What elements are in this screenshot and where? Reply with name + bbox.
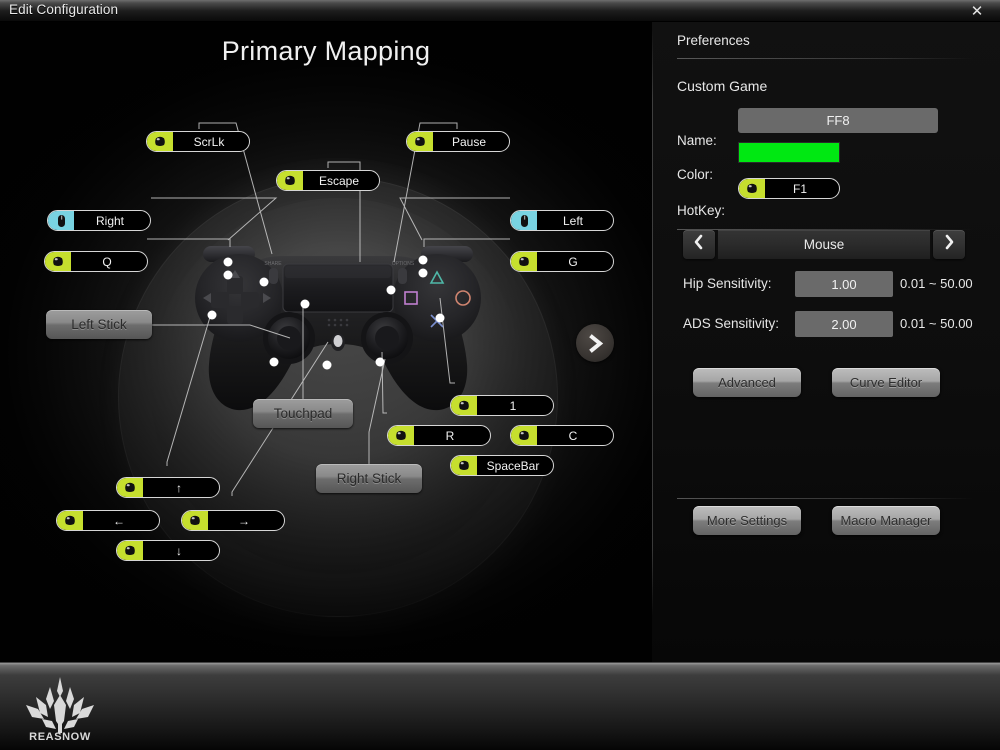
color-swatch[interactable] <box>738 142 840 163</box>
svg-text:OPTIONS: OPTIONS <box>392 261 415 267</box>
key-badge-escape[interactable]: Escape <box>276 170 380 191</box>
chevron-left-icon <box>692 234 706 255</box>
key-badge-label: Right <box>95 213 124 228</box>
svg-text:SHARE: SHARE <box>264 261 282 267</box>
edit-configuration-window: Edit Configuration ✕ Primary Mapping SHA… <box>0 0 1000 750</box>
custom-game-label: Custom Game <box>677 78 768 94</box>
key-badge-label: ScrLk <box>193 134 225 149</box>
key-badge-spacebar[interactable]: SpaceBar <box>450 455 554 476</box>
hip-sensitivity-label: Hip Sensitivity: <box>683 276 772 291</box>
keycap-icon <box>182 511 208 530</box>
divider-bottom <box>677 498 973 499</box>
key-badge-label: R <box>445 428 455 443</box>
key-badge-arrow-up[interactable]: ↑ <box>116 477 220 498</box>
macro-manager-button[interactable]: Macro Manager <box>832 506 940 535</box>
key-badge-label: Q <box>102 254 112 269</box>
close-icon[interactable]: ✕ <box>962 0 992 22</box>
key-badge-pause[interactable]: Pause <box>406 131 510 152</box>
preferences-title: Preferences <box>677 33 750 48</box>
key-badge-label: ↑ <box>176 480 182 495</box>
keycap-icon <box>57 511 83 530</box>
key-badge-r[interactable]: R <box>387 425 491 446</box>
key-badge-mouse-right[interactable]: Right <box>47 210 151 231</box>
ads-sensitivity-input[interactable] <box>795 311 893 337</box>
footer-bar: REASNOW ? <box>0 662 1000 750</box>
keycap-icon <box>511 426 537 445</box>
key-badge-label: SpaceBar <box>486 458 540 473</box>
keycap-icon <box>739 179 765 198</box>
keycap-icon <box>451 456 477 475</box>
key-badge-q[interactable]: Q <box>44 251 148 272</box>
panel-divider <box>652 30 653 616</box>
keycap-icon <box>388 426 414 445</box>
window-title: Edit Configuration <box>9 2 119 17</box>
next-page-button[interactable] <box>576 324 614 362</box>
color-label: Color: <box>677 167 714 182</box>
key-badge-arrow-left[interactable]: ← <box>56 510 160 531</box>
ads-sensitivity-range: 0.01 ~ 50.00 <box>900 316 973 331</box>
key-badge-label: Escape <box>318 173 360 188</box>
keycap-icon <box>277 171 303 190</box>
keycap-icon <box>117 478 143 497</box>
keycap-icon <box>511 252 537 271</box>
keycap-icon <box>451 396 477 415</box>
device-prev-button[interactable] <box>683 230 715 259</box>
preferences-panel: Preferences Custom Game Name: Color: Hot… <box>652 22 1000 662</box>
chevron-right-icon <box>942 234 956 255</box>
divider-top <box>677 58 973 59</box>
keycap-icon <box>407 132 433 151</box>
window-titlebar: Edit Configuration ✕ <box>0 0 1000 22</box>
key-badge-label: G <box>568 254 578 269</box>
key-badge-label: Pause <box>451 134 487 149</box>
ads-sensitivity-label: ADS Sensitivity: <box>683 316 780 331</box>
key-badge-label: ← <box>113 513 125 528</box>
key-badge-g[interactable]: G <box>510 251 614 272</box>
chevron-right-icon <box>587 333 604 353</box>
key-badge-arrow-down[interactable]: ↓ <box>116 540 220 561</box>
touchpad-button[interactable]: Touchpad <box>253 399 353 428</box>
device-selector[interactable]: Mouse <box>718 230 930 259</box>
mouse-icon <box>48 211 74 230</box>
hip-sensitivity-input[interactable] <box>795 271 893 297</box>
hotkey-value: F1 <box>792 181 807 196</box>
name-label: Name: <box>677 133 717 148</box>
key-badge-label: 1 <box>509 398 517 413</box>
key-badge-1[interactable]: 1 <box>450 395 554 416</box>
hotkey-label: HotKey: <box>677 203 726 218</box>
device-next-button[interactable] <box>933 230 965 259</box>
key-badge-scrlk[interactable]: ScrLk <box>146 131 250 152</box>
key-badge-label: Left <box>562 213 583 228</box>
left-stick-button[interactable]: Left Stick <box>46 310 152 339</box>
key-badge-label: ↓ <box>176 543 182 558</box>
primary-mapping-area: Primary Mapping SHARE OPTIONS ScrLk Paus… <box>0 22 652 662</box>
advanced-button[interactable]: Advanced <box>693 368 801 397</box>
keycap-icon <box>147 132 173 151</box>
page-title: Primary Mapping <box>221 36 431 66</box>
hip-sensitivity-range: 0.01 ~ 50.00 <box>900 276 973 291</box>
key-badge-arrow-right[interactable]: → <box>181 510 285 531</box>
name-input[interactable] <box>738 108 938 133</box>
right-stick-button[interactable]: Right Stick <box>316 464 422 493</box>
mouse-icon <box>511 211 537 230</box>
more-settings-button[interactable]: More Settings <box>693 506 801 535</box>
keycap-icon <box>117 541 143 560</box>
keycap-icon <box>45 252 71 271</box>
key-badge-c[interactable]: C <box>510 425 614 446</box>
hotkey-badge[interactable]: F1 <box>738 178 840 199</box>
key-badge-label: C <box>568 428 578 443</box>
snowflake-logo-icon <box>14 675 106 739</box>
key-badge-mouse-left[interactable]: Left <box>510 210 614 231</box>
brand-name: REASNOW <box>29 731 91 743</box>
curve-editor-button[interactable]: Curve Editor <box>832 368 940 397</box>
key-badge-label: → <box>238 513 250 528</box>
